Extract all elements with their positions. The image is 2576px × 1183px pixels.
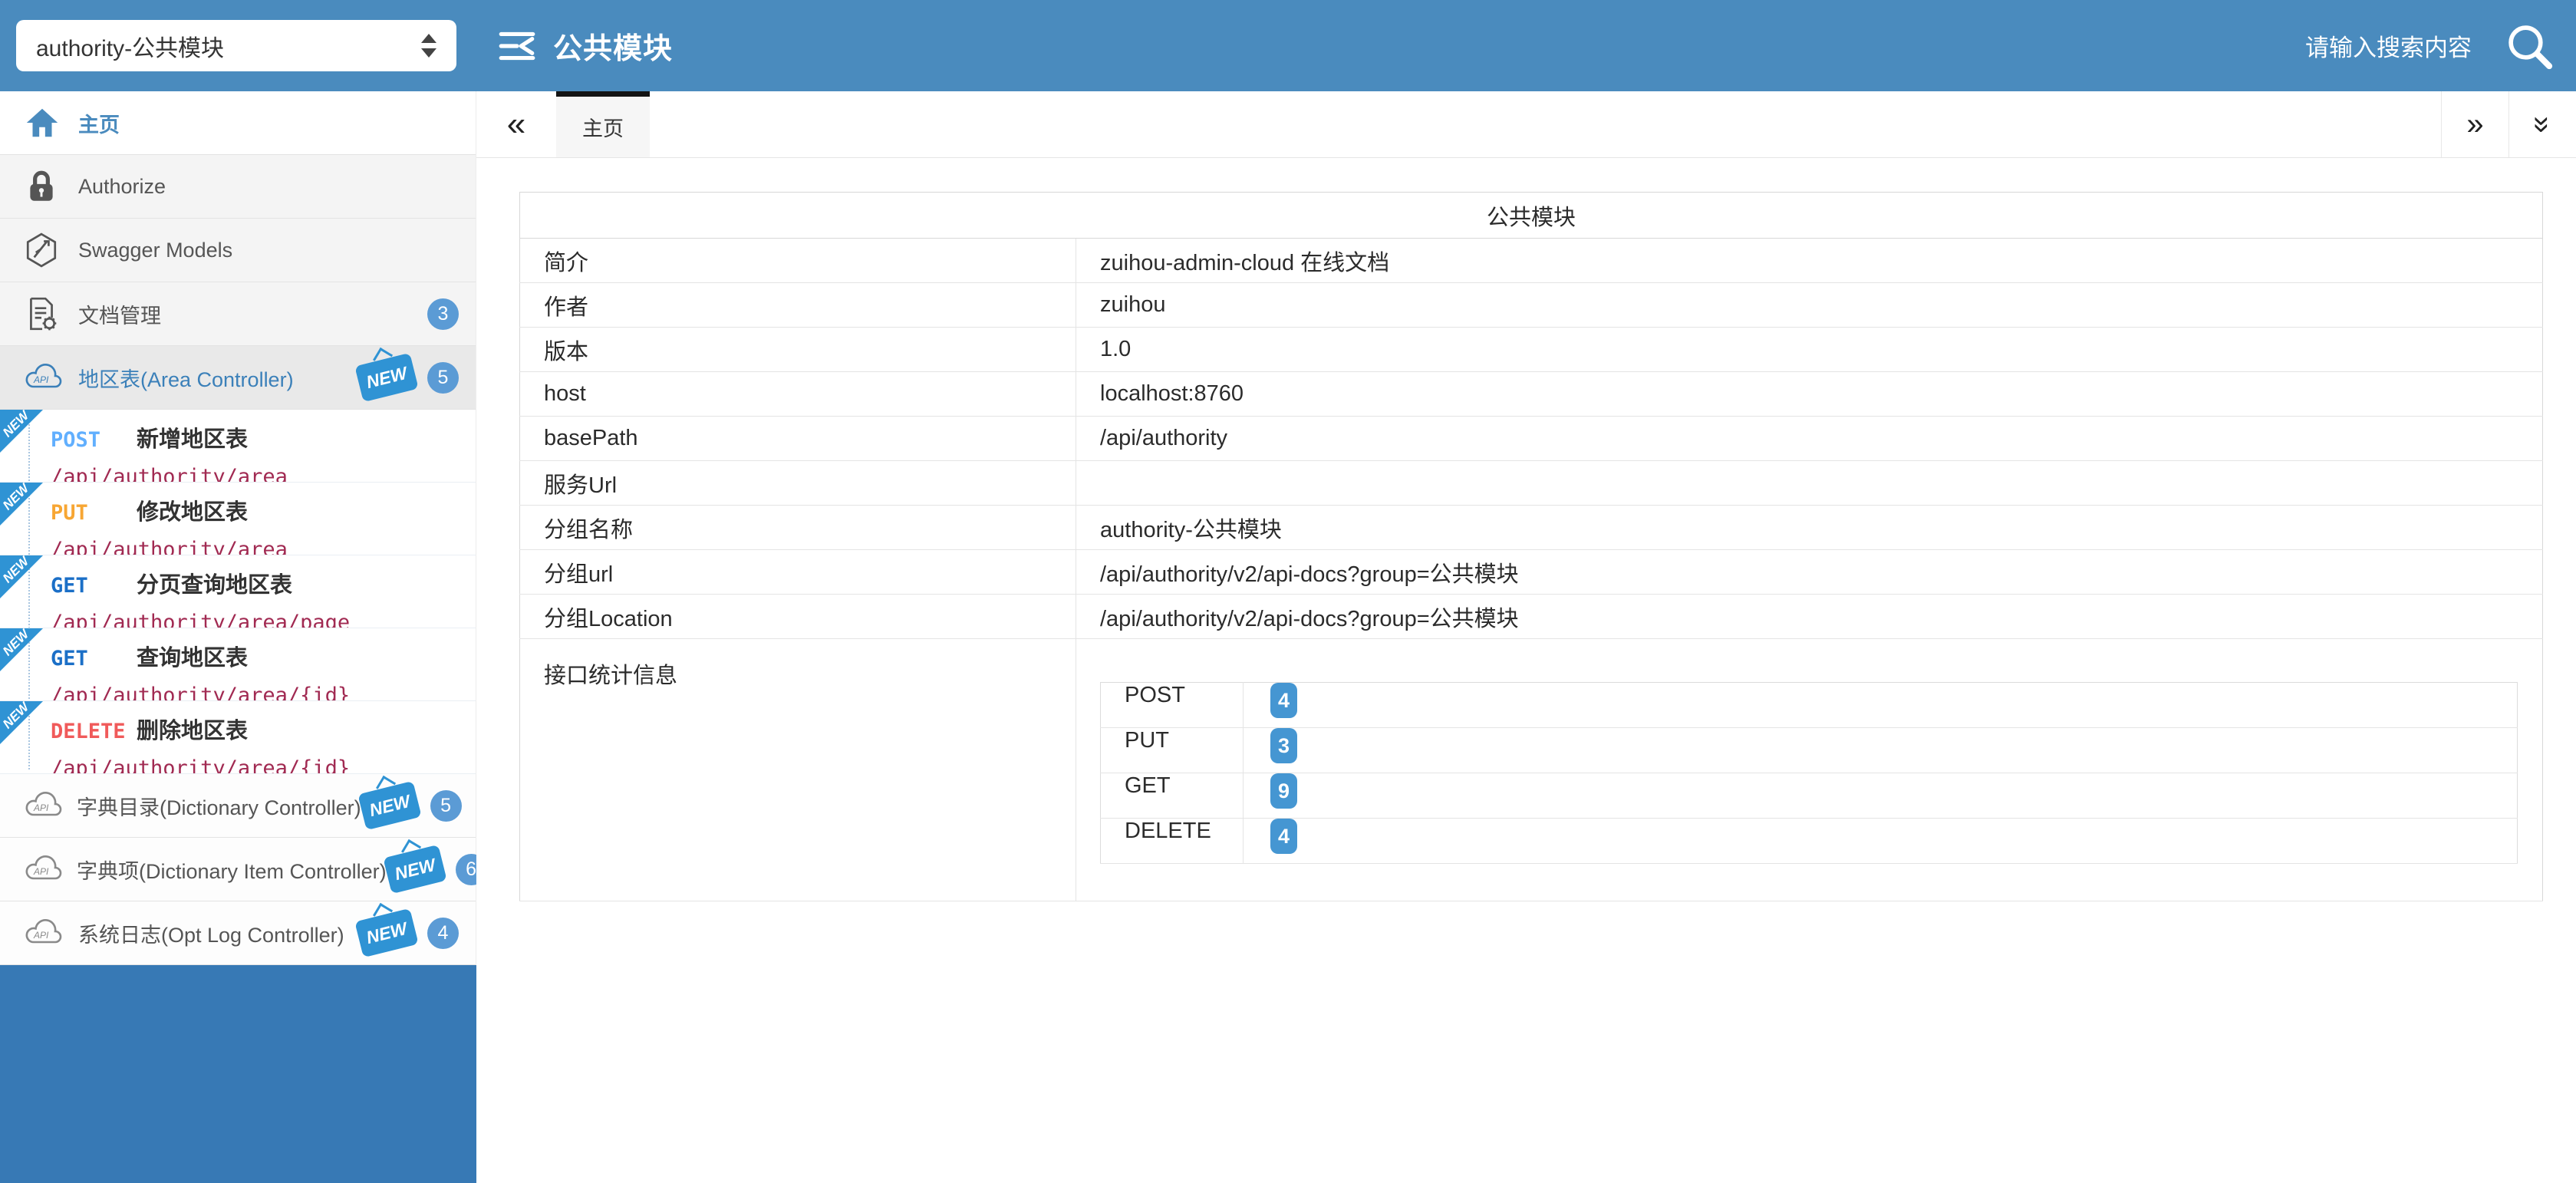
sidebar-item-home[interactable]: 主页: [0, 91, 476, 155]
sidebar-menu: 主页 Authorize Swagger Models: [0, 91, 476, 965]
endpoint-method: POST: [51, 428, 137, 452]
endpoint-delete-area[interactable]: NEW DELETE 删除地区表 /api/authority/area/{id…: [0, 701, 476, 774]
new-badge: NEW: [357, 781, 421, 830]
search-icon[interactable]: [2472, 21, 2576, 71]
table-header-row: 公共模块: [520, 193, 2543, 239]
main-panel: « 主页 » » 公共模块 简介 zuihou-admin-cloud 在线文档…: [476, 91, 2576, 1183]
count-badge: 3: [427, 298, 459, 330]
module-title: 公共模块: [520, 193, 2543, 239]
new-badge: NEW: [383, 845, 446, 894]
svg-text:API: API: [33, 374, 49, 385]
sidebar-item-doc-manage[interactable]: 文档管理 3: [0, 282, 476, 346]
stats-row: DELETE 4: [1101, 819, 2518, 864]
tab-label: 主页: [582, 112, 624, 142]
stats-row: GET 9: [1101, 773, 2518, 819]
endpoint-name: 修改地区表: [137, 494, 248, 526]
table-row: host localhost:8760: [520, 372, 2543, 417]
stats-label: 接口统计信息: [520, 639, 1076, 901]
stats-row: POST 4: [1101, 683, 2518, 728]
table-row: 简介 zuihou-admin-cloud 在线文档: [520, 239, 2543, 283]
sidebar-item-label: 字典项(Dictionary Item Controller): [77, 855, 387, 885]
sidebar-item-label: 字典目录(Dictionary Controller): [77, 791, 361, 821]
endpoint-method: GET: [51, 574, 137, 598]
method-count-badge: 4: [1270, 683, 1297, 718]
method-count-badge: 3: [1270, 728, 1297, 763]
endpoint-name: 删除地区表: [137, 713, 248, 745]
stats-row: PUT 3: [1101, 728, 2518, 773]
search-input[interactable]: 请输入搜索内容: [2305, 21, 2576, 71]
endpoint-path: /api/authority/area/{id}: [51, 756, 468, 774]
top-header: authority-公共模块 公共模块 请输入搜索内容: [0, 0, 2576, 91]
endpoint-put-area[interactable]: NEW PUT 修改地区表 /api/authority/area: [0, 483, 476, 555]
new-badge: NEW: [354, 908, 418, 957]
sidebar-item-label: 地区表(Area Controller): [78, 363, 294, 393]
group-select-value: authority-公共模块: [36, 29, 224, 63]
cloud-api-icon: API: [23, 361, 66, 394]
sidebar-item-label: 主页: [78, 108, 120, 138]
select-arrows-icon: [421, 34, 436, 58]
lock-icon: [23, 168, 66, 205]
sidebar-item-swagger-models[interactable]: Swagger Models: [0, 219, 476, 282]
sidebar-item-dictionary-controller[interactable]: API 字典目录(Dictionary Controller) NEW 5: [0, 774, 476, 838]
endpoint-name: 分页查询地区表: [137, 567, 292, 599]
sidebar-item-label: Swagger Models: [78, 239, 232, 262]
home-icon: [23, 104, 66, 142]
svg-text:API: API: [33, 866, 49, 877]
sidebar-item-label: 文档管理: [78, 299, 161, 329]
endpoint-method: PUT: [51, 501, 137, 525]
sidebar-item-area-controller[interactable]: API 地区表(Area Controller) NEW 5: [0, 346, 476, 410]
svg-text:API: API: [33, 802, 49, 813]
endpoint-path: /api/authority/area: [51, 538, 468, 555]
sidebar-item-authorize[interactable]: Authorize: [0, 155, 476, 219]
new-badge: NEW: [354, 353, 418, 402]
hexagon-model-icon: [23, 232, 66, 269]
count-badge: 5: [427, 362, 459, 394]
table-row-stats: 接口统计信息 POST 4 PUT 3 GET 9: [520, 639, 2543, 901]
endpoint-name: 新增地区表: [137, 421, 248, 453]
endpoint-method: GET: [51, 647, 137, 671]
count-badge: 5: [430, 790, 462, 822]
module-info-table: 公共模块 简介 zuihou-admin-cloud 在线文档 作者 zuiho…: [519, 192, 2543, 901]
endpoint-path: /api/authority/area: [51, 465, 468, 483]
table-row: 分组Location /api/authority/v2/api-docs?gr…: [520, 595, 2543, 639]
endpoint-post-area[interactable]: NEW POST 新增地区表 /api/authority/area: [0, 410, 476, 483]
endpoint-method: DELETE: [51, 720, 137, 743]
app-title: 公共模块: [553, 25, 673, 67]
cloud-api-icon: API: [23, 789, 64, 822]
brand: 公共模块: [496, 25, 673, 67]
tab-expand-down-icon[interactable]: »: [2508, 91, 2576, 157]
search-placeholder: 请输入搜索内容: [2305, 28, 2472, 63]
cloud-api-icon: API: [23, 917, 66, 949]
endpoint-get-area-page[interactable]: NEW GET 分页查询地区表 /api/authority/area/page: [0, 555, 476, 628]
cloud-api-icon: API: [23, 853, 64, 885]
sidebar-item-opt-log-controller[interactable]: API 系统日志(Opt Log Controller) NEW 4: [0, 901, 476, 965]
table-row: basePath /api/authority: [520, 417, 2543, 461]
endpoint-list: NEW POST 新增地区表 /api/authority/area NEW P…: [0, 410, 476, 774]
count-badge: 4: [427, 918, 459, 949]
table-row: 版本 1.0: [520, 328, 2543, 372]
document-gear-icon: [23, 295, 66, 332]
endpoint-path: /api/authority/area/{id}: [51, 684, 468, 701]
method-count-badge: 9: [1270, 773, 1297, 809]
method-count-badge: 4: [1270, 819, 1297, 854]
table-row: 分组名称 authority-公共模块: [520, 506, 2543, 550]
tab-bar: « 主页 » »: [476, 91, 2576, 158]
menu-toggle-icon[interactable]: [496, 25, 538, 67]
sidebar-item-label: 系统日志(Opt Log Controller): [78, 918, 344, 948]
table-row: 分组url /api/authority/v2/api-docs?group=公…: [520, 550, 2543, 595]
method-stats-table: POST 4 PUT 3 GET 9 DELETE 4: [1100, 682, 2518, 864]
table-row: 服务Url: [520, 461, 2543, 506]
tab-scroll-left-icon[interactable]: «: [476, 91, 556, 157]
endpoint-path: /api/authority/area/page: [51, 611, 468, 628]
group-select[interactable]: authority-公共模块: [16, 20, 456, 71]
sidebar-item-dictionary-item-controller[interactable]: API 字典项(Dictionary Item Controller) NEW …: [0, 838, 476, 901]
svg-text:API: API: [33, 930, 49, 941]
sidebar-item-label: Authorize: [78, 175, 166, 199]
table-row: 作者 zuihou: [520, 283, 2543, 328]
tab-home[interactable]: 主页: [556, 91, 650, 157]
tab-scroll-right-icon[interactable]: »: [2441, 91, 2508, 157]
sidebar: 主页 Authorize Swagger Models: [0, 91, 476, 1183]
endpoint-get-area-id[interactable]: NEW GET 查询地区表 /api/authority/area/{id}: [0, 628, 476, 701]
endpoint-name: 查询地区表: [137, 640, 248, 672]
